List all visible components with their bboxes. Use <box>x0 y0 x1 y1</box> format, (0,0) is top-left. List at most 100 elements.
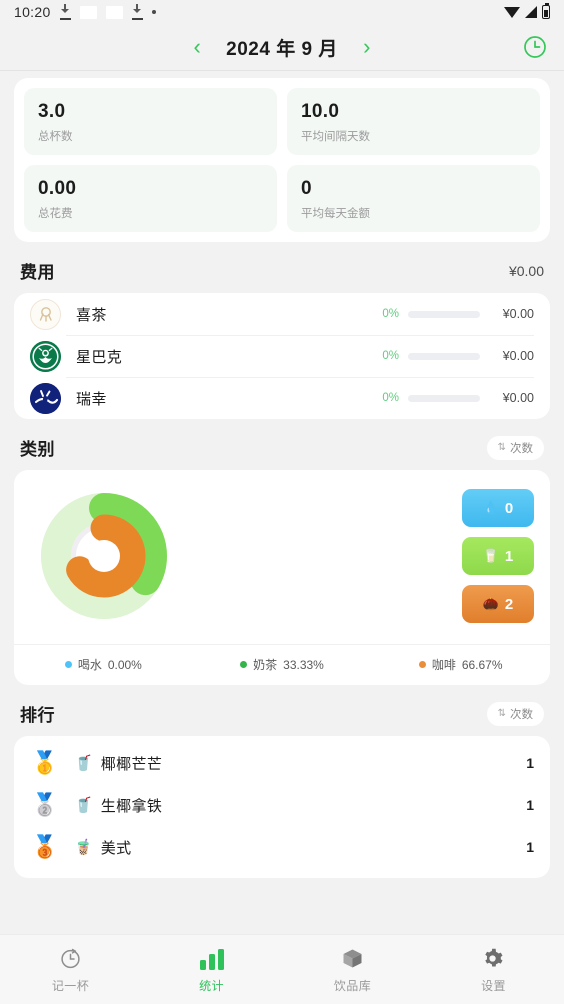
water-drop-icon: 💧 <box>482 500 499 515</box>
legend-percent: 66.67% <box>461 657 503 672</box>
legend-name: 奶茶 <box>253 658 278 672</box>
category-metric-toggle[interactable]: ⇅ 次数 <box>486 435 544 460</box>
ranking-name: 美式 <box>100 839 132 857</box>
ranking-row[interactable]: 🥇 🥤 椰椰芒芒 1 <box>14 742 550 784</box>
chip-water[interactable]: 💧 0 <box>462 489 534 527</box>
legend-dot-icon <box>240 661 248 668</box>
expense-amount: ¥0.00 <box>502 307 534 321</box>
bar-chart-icon <box>199 946 224 970</box>
drink-icon: 🧋 <box>74 839 93 856</box>
expense-amount: ¥0.00 <box>502 349 534 363</box>
stat-value: 0 <box>301 178 312 199</box>
ranking-count: 1 <box>526 797 534 813</box>
status-bar: 10:20 <box>0 0 564 24</box>
tab-drink-library[interactable]: 饮品库 <box>282 946 423 994</box>
chip-coffee[interactable]: 🌰 2 <box>462 585 534 623</box>
ranking-metric-toggle[interactable]: ⇅ 次数 <box>486 701 544 726</box>
legend-item-water: 喝水 0.00% <box>14 656 193 673</box>
legend-dot-icon <box>64 661 72 668</box>
ranking-row[interactable]: 🥈 🥤 生椰拿铁 1 <box>14 784 550 826</box>
medal-gold-icon: 🥇 <box>31 750 59 775</box>
tab-settings[interactable]: 设置 <box>423 946 564 994</box>
expense-percent: 0% <box>382 350 399 362</box>
expense-percent: 0% <box>382 308 399 320</box>
month-label: 2024 年 9 月 <box>226 38 338 60</box>
gear-icon <box>482 946 505 970</box>
month-navigator: ‹ 2024 年 9 月 › <box>186 34 378 61</box>
ranking-title: 排行 <box>20 706 55 725</box>
cup-icon: 🥛 <box>482 548 499 563</box>
stat-label: 总花费 <box>38 208 73 220</box>
swap-icon: ⇅ <box>497 442 506 453</box>
stat-value: 0.00 <box>38 178 77 199</box>
brand-name: 喜茶 <box>76 306 107 324</box>
category-section-header: 类别 ⇅ 次数 <box>14 419 550 470</box>
battery-icon <box>542 3 550 19</box>
category-donut-chart <box>34 486 174 626</box>
category-legend: 喝水 0.00% 奶茶 33.33% 咖啡 66.67% <box>14 644 550 685</box>
legend-dot-icon <box>418 661 426 668</box>
clock-icon[interactable] <box>522 34 548 60</box>
stat-tile-avg-interval: 10.0 平均间隔天数 <box>287 88 540 155</box>
notification-placeholder-icon <box>105 5 123 19</box>
tab-label: 统计 <box>199 978 224 993</box>
chip-value: 2 <box>504 595 514 613</box>
prev-month-button[interactable]: ‹ <box>186 36 208 58</box>
ranking-toggle-label: 次数 <box>510 708 533 721</box>
legend-item-milk-tea: 奶茶 33.33% <box>193 656 372 673</box>
category-toggle-label: 次数 <box>510 442 533 455</box>
tab-record[interactable]: 记一杯 <box>0 946 141 994</box>
legend-item-coffee: 咖啡 66.67% <box>371 656 550 673</box>
medal-silver-icon: 🥈 <box>31 792 59 817</box>
drink-icon: 🥤 <box>74 755 93 772</box>
category-body: 💧 0 🥛 1 🌰 2 <box>14 470 550 644</box>
stat-tile-total-spend: 0.00 总花费 <box>24 165 277 232</box>
expense-row-luckin[interactable]: 瑞幸 0% ¥0.00 <box>14 377 550 419</box>
ranking-name: 椰椰芒芒 <box>100 755 163 773</box>
tab-label: 饮品库 <box>333 978 372 993</box>
starbucks-logo-icon <box>30 340 61 372</box>
expense-total: ¥0.00 <box>508 262 544 279</box>
brand-name: 瑞幸 <box>76 390 107 408</box>
page-header: ‹ 2024 年 9 月 › <box>0 24 564 70</box>
chip-value: 0 <box>504 499 514 517</box>
category-title: 类别 <box>20 440 55 459</box>
summary-stats-card: 3.0 总杯数 10.0 平均间隔天数 0.00 总花费 0 平均每天金额 <box>14 78 550 242</box>
box-icon <box>341 946 364 970</box>
stat-value: 10.0 <box>301 101 340 122</box>
stat-label: 总杯数 <box>38 131 73 143</box>
stats-grid: 3.0 总杯数 10.0 平均间隔天数 0.00 总花费 0 平均每天金额 <box>24 88 540 232</box>
expense-progress-bar <box>408 394 480 402</box>
expense-progress-bar <box>408 352 480 360</box>
ranking-count: 1 <box>526 755 534 771</box>
ranking-name: 生椰拿铁 <box>100 797 163 815</box>
status-bar-left: 10:20 <box>14 4 504 20</box>
stat-label: 平均间隔天数 <box>301 131 370 143</box>
download-icon <box>59 4 71 20</box>
coffee-bean-icon: 🌰 <box>482 596 499 611</box>
legend-percent: 33.33% <box>283 657 324 672</box>
dot-icon <box>151 10 156 14</box>
brand-name: 星巴克 <box>76 348 123 366</box>
tab-label: 设置 <box>481 978 506 993</box>
expense-percent: 0% <box>382 392 399 404</box>
ranking-row[interactable]: 🥉 🧋 美式 1 <box>14 826 550 868</box>
expense-card: 喜茶 0% ¥0.00 星巴克 0% ¥0.00 瑞幸 0% ¥0.00 <box>14 293 550 419</box>
scroll-content: 3.0 总杯数 10.0 平均间隔天数 0.00 总花费 0 平均每天金额 费用… <box>0 70 564 934</box>
category-count-chips: 💧 0 🥛 1 🌰 2 <box>462 489 534 623</box>
next-month-button[interactable]: › <box>356 36 378 58</box>
expense-row-starbucks[interactable]: 星巴克 0% ¥0.00 <box>14 335 550 377</box>
tab-label: 记一杯 <box>51 978 90 993</box>
drink-icon: 🥤 <box>74 797 93 814</box>
status-time: 10:20 <box>14 4 51 20</box>
legend-name: 喝水 <box>77 658 102 672</box>
expense-section-header: 费用 ¥0.00 <box>14 242 550 293</box>
stat-value: 3.0 <box>38 101 66 122</box>
tab-statistics[interactable]: 统计 <box>141 946 282 994</box>
notification-placeholder-icon <box>79 5 97 19</box>
expense-progress-bar <box>408 310 480 318</box>
status-bar-right <box>504 3 550 19</box>
chip-milk-tea[interactable]: 🥛 1 <box>462 537 534 575</box>
signal-icon <box>525 6 537 18</box>
expense-row-heytea[interactable]: 喜茶 0% ¥0.00 <box>14 293 550 335</box>
